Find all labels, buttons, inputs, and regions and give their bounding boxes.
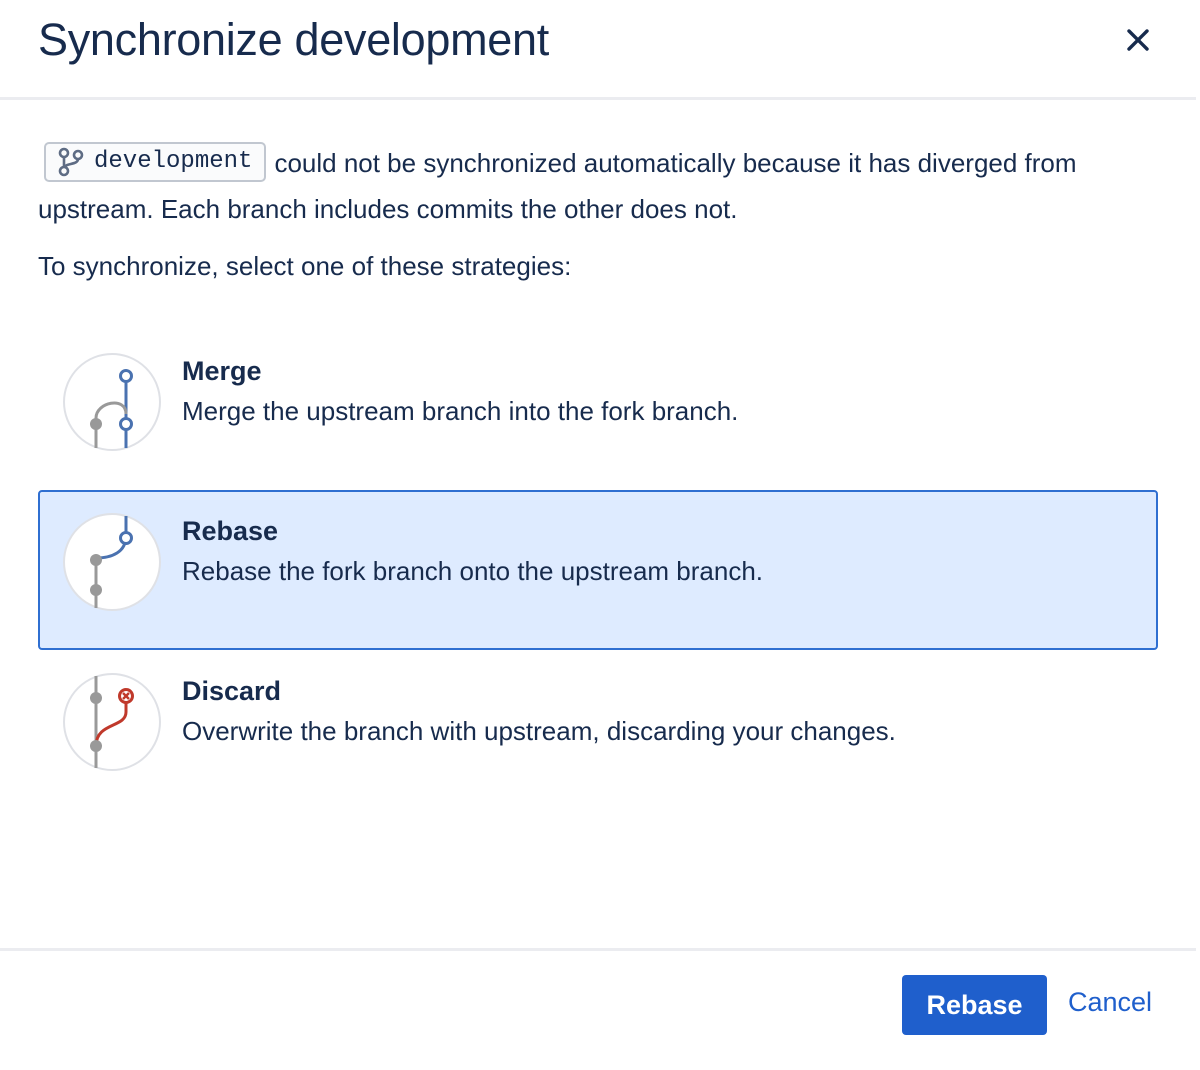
- dialog-header: Synchronize development: [0, 0, 1196, 100]
- dialog-body: development could not be synchronized aut…: [38, 140, 1158, 286]
- rebase-icon: [63, 513, 161, 611]
- merge-icon: [63, 353, 161, 451]
- option-description: Overwrite the branch with upstream, disc…: [182, 716, 896, 746]
- intro-message: development could not be synchronized aut…: [38, 140, 1158, 232]
- discard-icon: [63, 673, 161, 771]
- cancel-button[interactable]: Cancel: [1068, 987, 1152, 1018]
- sync-dialog: Synchronize development development could…: [0, 0, 1200, 1070]
- rebase-button[interactable]: Rebase: [902, 975, 1047, 1035]
- option-description: Merge the upstream branch into the fork …: [182, 396, 739, 426]
- branch-icon: [58, 147, 84, 177]
- close-icon: [1127, 29, 1149, 51]
- strategy-prompt: To synchronize, select one of these stra…: [38, 251, 572, 281]
- strategy-options: Merge Merge the upstream branch into the…: [38, 330, 1158, 810]
- branch-chip: development: [44, 142, 267, 183]
- option-description: Rebase the fork branch onto the upstream…: [182, 556, 764, 586]
- option-title: Rebase: [182, 516, 279, 546]
- option-rebase[interactable]: Rebase Rebase the fork branch onto the u…: [38, 490, 1158, 650]
- option-title: Merge: [182, 356, 262, 386]
- option-merge[interactable]: Merge Merge the upstream branch into the…: [38, 330, 1158, 490]
- dialog-title: Synchronize development: [38, 14, 549, 65]
- branch-name: development: [94, 148, 253, 176]
- close-button[interactable]: [1118, 20, 1158, 60]
- option-title: Discard: [182, 676, 282, 706]
- dialog-footer: Rebase Cancel: [0, 948, 1196, 1070]
- option-discard[interactable]: Discard Overwrite the branch with upstre…: [38, 650, 1158, 810]
